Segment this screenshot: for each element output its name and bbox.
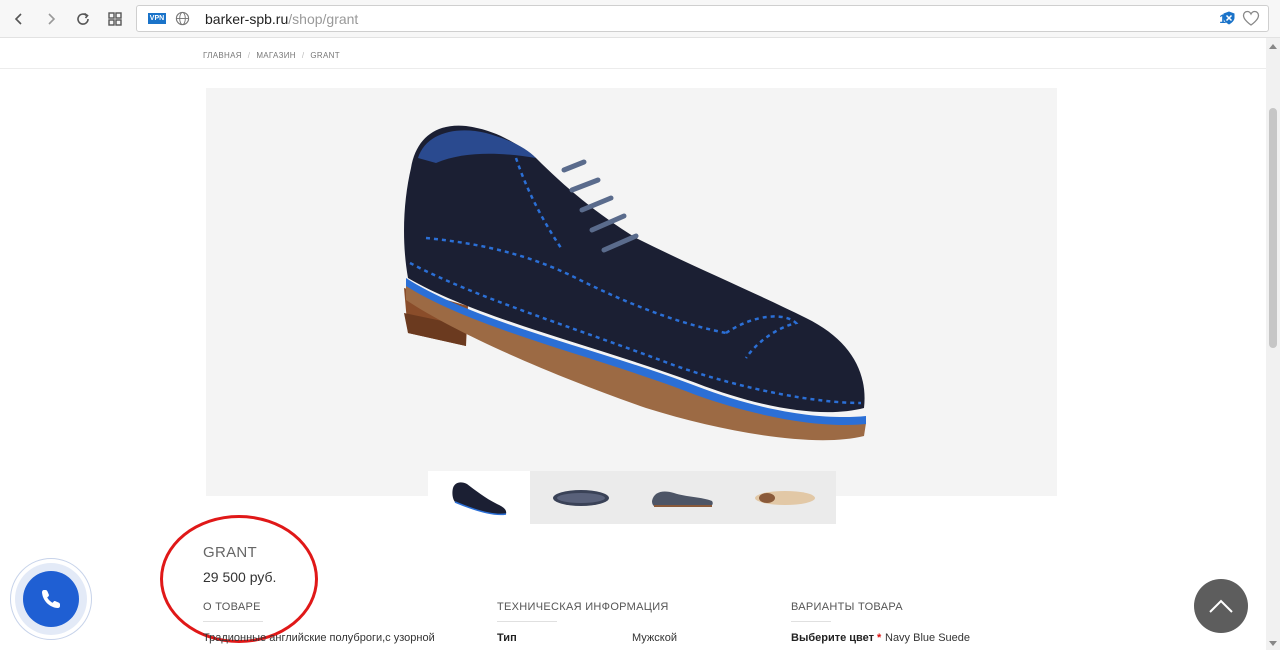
breadcrumb-shop[interactable]: МАГАЗИН [256,51,296,60]
reload-icon [77,12,89,25]
scroll-to-top-button[interactable] [1194,579,1248,633]
address-bar[interactable]: VPN barker-spb.ru/shop/grant 1 [136,5,1269,32]
required-mark: * [877,632,882,644]
reload-button[interactable] [72,8,94,30]
breadcrumb-current: GRANT [310,51,340,60]
breadcrumb-home[interactable]: ГЛАВНАЯ [203,51,242,60]
scroll-up-arrow-icon[interactable] [1269,44,1277,49]
variants-heading-rule [791,621,831,622]
shoe-thumbnail-profile [652,491,713,507]
breadcrumb-separator: / [301,51,305,60]
variants-heading: ВАРИАНТЫ ТОВАРА [791,601,903,613]
product-main-image[interactable] [206,88,1057,496]
breadcrumb-divider [0,68,1266,69]
about-heading: О ТОВАРЕ [203,601,261,613]
vpn-badge[interactable]: VPN [148,13,166,24]
shoe-thumbnail-side [452,481,507,515]
shoe-thumbnail-sole [553,489,609,506]
url-path: /shop/grant [288,11,359,27]
scrollbar-thumb[interactable] [1269,108,1277,348]
thumbnail-2[interactable] [530,471,632,524]
breadcrumb: ГЛАВНАЯ / МАГАЗИН / GRANT [203,51,340,60]
tech-heading: ТЕХНИЧЕСКАЯ ИНФОРМАЦИЯ [497,601,669,613]
url-domain: barker-spb.ru [205,11,289,27]
tech-heading-rule [497,621,557,622]
shoe-thumbnail-bottom [755,490,815,505]
red-highlight-annotation [160,515,318,643]
browser-toolbar: VPN barker-spb.ru/shop/grant 1 [0,0,1280,38]
chevron-right-icon [48,13,56,25]
call-widget[interactable] [10,558,92,640]
phone-icon [42,590,60,608]
color-option[interactable]: Navy Blue Suede [885,632,970,644]
chevron-left-icon [14,13,22,25]
back-button[interactable] [8,8,30,30]
breadcrumb-separator: / [247,51,251,60]
color-select-label: Выберите цвет * [791,632,881,644]
shoe-image [404,125,866,441]
scroll-down-arrow-icon[interactable] [1269,641,1277,646]
call-button[interactable] [23,571,79,627]
spec-type-value: Мужской [632,632,677,644]
heart-icon[interactable] [1242,10,1260,27]
url-text[interactable]: barker-spb.ru/shop/grant [205,11,358,27]
page-scrollbar[interactable] [1266,38,1280,650]
color-select-label-text: Выберите цвет [791,632,875,644]
tabs-overview-button[interactable] [104,8,126,30]
globe-icon [175,11,190,26]
call-widget-ring [15,563,87,635]
thumbnail-4[interactable] [734,471,836,524]
about-heading-rule [203,621,263,622]
forward-button[interactable] [40,8,62,30]
chevron-up-icon [1209,599,1233,613]
thumbnail-strip [428,471,836,524]
spec-type-label: Тип [497,632,517,644]
thumbnail-3[interactable] [632,471,734,524]
thumbnail-1[interactable] [428,471,530,524]
shield-extension-icon[interactable] [1223,11,1235,25]
grid-icon [108,12,122,26]
about-text: Традионные английские полуброги,с узорно… [203,632,435,644]
